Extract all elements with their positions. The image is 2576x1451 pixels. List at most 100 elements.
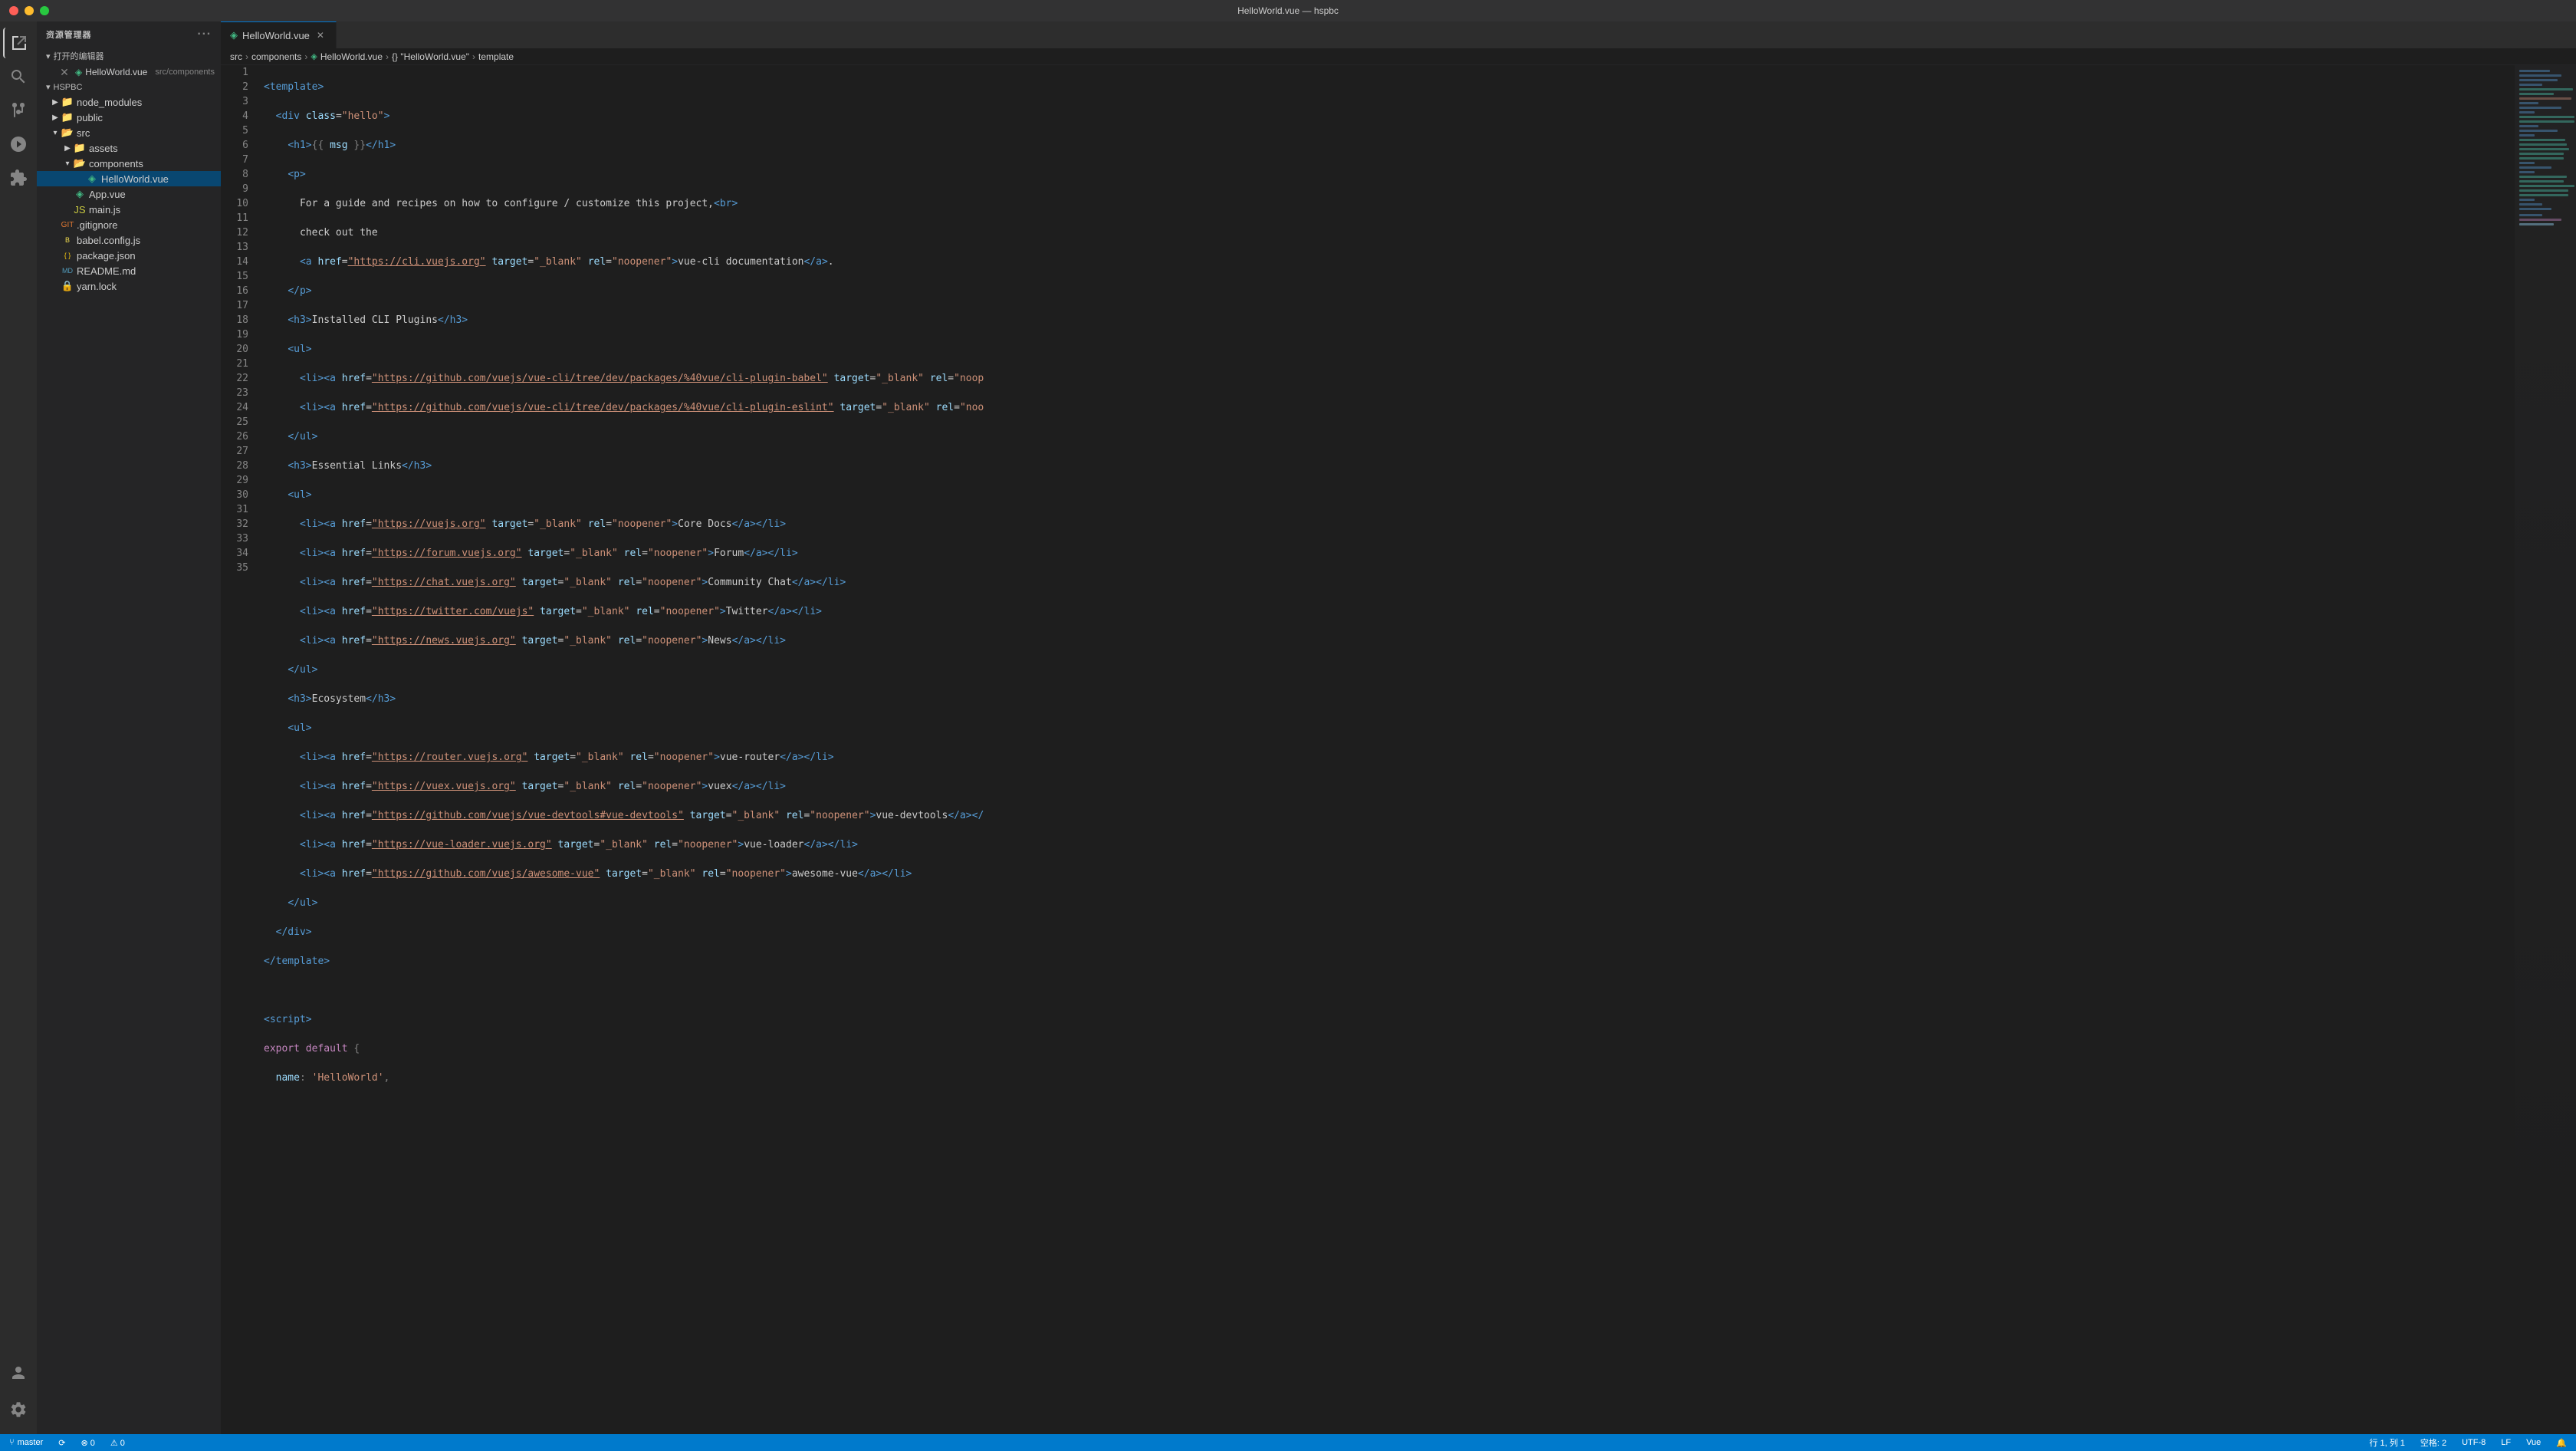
breadcrumb-scope[interactable]: {} "HelloWorld.vue": [392, 51, 469, 62]
status-bar-left: ⑂ master ⟳ ⊗ 0 ⚠ 0: [6, 1434, 128, 1451]
maximize-button[interactable]: [40, 6, 49, 15]
tree-app-vue[interactable]: ▶ ◈ App.vue: [37, 186, 221, 202]
encoding-status[interactable]: UTF-8: [2459, 1434, 2489, 1451]
tab-close-button[interactable]: ✕: [314, 29, 327, 41]
code-line-13: </ul>: [264, 429, 2515, 444]
feedback-status[interactable]: 🔔: [2553, 1434, 2570, 1451]
activity-search[interactable]: [3, 61, 34, 92]
sidebar-title: 资源管理器: [46, 28, 91, 41]
sidebar-menu-button[interactable]: ···: [197, 28, 212, 41]
tree-main-js[interactable]: ▶ JS main.js: [37, 202, 221, 217]
code-line-8: </p>: [264, 284, 2515, 298]
tree-helloworld-vue[interactable]: ▶ ◈ HelloWorld.vue: [37, 171, 221, 186]
feedback-icon: 🔔: [2556, 1438, 2567, 1448]
collapse-arrow: ▾: [61, 157, 74, 169]
code-line-7: <a href="https://cli.vuejs.org" target="…: [264, 255, 2515, 269]
activity-account[interactable]: [3, 1357, 34, 1388]
code-line-30: </div>: [264, 925, 2515, 939]
activity-settings[interactable]: [3, 1394, 34, 1425]
code-line-19: <li><a href="https://twitter.com/vuejs" …: [264, 604, 2515, 619]
breadcrumb-template[interactable]: template: [478, 51, 514, 62]
sync-status[interactable]: ⟳: [55, 1434, 68, 1451]
breadcrumb-src[interactable]: src: [230, 51, 242, 62]
cursor-position-status[interactable]: 行 1, 列 1: [2366, 1434, 2407, 1451]
language-status[interactable]: Vue: [2523, 1434, 2544, 1451]
folder-open-icon: 📂: [61, 127, 74, 139]
breadcrumb-sep: ›: [245, 51, 248, 62]
editor-content[interactable]: 1 2 3 4 5 6 7 8 9 10 11 12 13 14 15 16 1…: [221, 65, 2576, 1434]
tree-item-label: node_modules: [77, 97, 221, 108]
tree-components[interactable]: ▾ 📂 components: [37, 156, 221, 171]
indentation-status[interactable]: 空格: 2: [2417, 1434, 2450, 1451]
open-editor-helloworld[interactable]: ✕ ◈ HelloWorld.vue src/components: [37, 64, 221, 80]
folder-open-icon: 📂: [74, 157, 86, 169]
tree-item-label: babel.config.js: [77, 235, 221, 246]
minimize-button[interactable]: [25, 6, 34, 15]
tree-item-label: HelloWorld.vue: [101, 173, 221, 185]
project-root-label: HSPBC: [54, 83, 83, 92]
tree-assets[interactable]: ▶ 📁 assets: [37, 140, 221, 156]
code-line-31: </template>: [264, 954, 2515, 969]
tree-gitignore[interactable]: ▶ GIT .gitignore: [37, 217, 221, 232]
folder-icon: 📁: [61, 111, 74, 123]
code-line-4: <p>: [264, 167, 2515, 182]
activity-source-control[interactable]: [3, 95, 34, 126]
tree-item-label: assets: [89, 143, 221, 154]
sidebar: 资源管理器 ··· ▾ 打开的编辑器 ✕ ◈ HelloWorld.vue sr…: [37, 21, 221, 1434]
tree-item-label: components: [89, 158, 221, 169]
breadcrumb-filename[interactable]: HelloWorld.vue: [320, 51, 383, 62]
lock-icon: 🔒: [61, 280, 74, 292]
code-line-29: </ul>: [264, 896, 2515, 910]
tree-yarn-lock[interactable]: ▶ 🔒 yarn.lock: [37, 278, 221, 294]
line-ending-status[interactable]: LF: [2498, 1434, 2514, 1451]
code-line-3: <h1>{{ msg }}</h1>: [264, 138, 2515, 153]
code-line-14: <h3>Essential Links</h3>: [264, 459, 2515, 473]
git-branch-status[interactable]: ⑂ master: [6, 1434, 46, 1451]
errors-status[interactable]: ⊗ 0: [77, 1434, 97, 1451]
tree-package-json[interactable]: ▶ { } package.json: [37, 248, 221, 263]
code-line-11: <li><a href="https://github.com/vuejs/vu…: [264, 371, 2515, 386]
code-line-23: <ul>: [264, 721, 2515, 735]
window-controls[interactable]: [9, 6, 49, 15]
activity-extensions[interactable]: [3, 163, 34, 193]
js-icon: JS: [74, 203, 86, 216]
open-editor-filename: HelloWorld.vue: [85, 67, 147, 77]
tree-item-label: main.js: [89, 204, 221, 216]
tree-babel-config[interactable]: ▶ B babel.config.js: [37, 232, 221, 248]
tree-item-label: App.vue: [89, 189, 221, 200]
code-line-17: <li><a href="https://forum.vuejs.org" ta…: [264, 546, 2515, 561]
warnings-label: ⚠ 0: [110, 1438, 125, 1448]
close-button[interactable]: [9, 6, 18, 15]
code-line-6: check out the: [264, 225, 2515, 240]
code-line-12: <li><a href="https://github.com/vuejs/vu…: [264, 400, 2515, 415]
tree-item-label: src: [77, 127, 221, 139]
code-line-15: <ul>: [264, 488, 2515, 502]
tree-readme-md[interactable]: ▶ MD README.md: [37, 263, 221, 278]
breadcrumb-components[interactable]: components: [251, 51, 301, 62]
collapse-arrow: ▾: [49, 127, 61, 139]
code-line-1: <template>: [264, 80, 2515, 94]
code-editor[interactable]: <template> <div class="hello"> <h1>{{ ms…: [258, 65, 2515, 1434]
code-line-24: <li><a href="https://router.vuejs.org" t…: [264, 750, 2515, 765]
minimap-canvas: [2515, 65, 2576, 1434]
code-line-35: name: 'HelloWorld',: [264, 1071, 2515, 1085]
babel-icon: B: [61, 234, 74, 246]
tab-helloworld-vue[interactable]: ◈ HelloWorld.vue ✕: [221, 21, 337, 48]
tree-item-label: package.json: [77, 250, 221, 262]
open-editors-header[interactable]: ▾ 打开的编辑器: [37, 48, 221, 64]
warnings-status[interactable]: ⚠ 0: [107, 1434, 128, 1451]
activity-explorer[interactable]: [3, 28, 34, 58]
line-numbers: 1 2 3 4 5 6 7 8 9 10 11 12 13 14 15 16 1…: [221, 65, 258, 1434]
project-root-header[interactable]: ▾ HSPBC: [37, 80, 221, 94]
code-line-22: <h3>Ecosystem</h3>: [264, 692, 2515, 706]
project-root-arrow: ▾: [46, 82, 51, 92]
code-line-26: <li><a href="https://github.com/vuejs/vu…: [264, 808, 2515, 823]
code-line-28: <li><a href="https://github.com/vuejs/aw…: [264, 867, 2515, 881]
tree-public[interactable]: ▶ 📁 public: [37, 110, 221, 125]
tree-node_modules[interactable]: ▶ 📁 node_modules: [37, 94, 221, 110]
tree-item-label: README.md: [77, 265, 221, 277]
close-editor-icon[interactable]: ✕: [58, 66, 71, 78]
activity-debug[interactable]: [3, 129, 34, 160]
tree-src[interactable]: ▾ 📂 src: [37, 125, 221, 140]
editor-area: ◈ HelloWorld.vue ✕ src › components › ◈ …: [221, 21, 2576, 1434]
